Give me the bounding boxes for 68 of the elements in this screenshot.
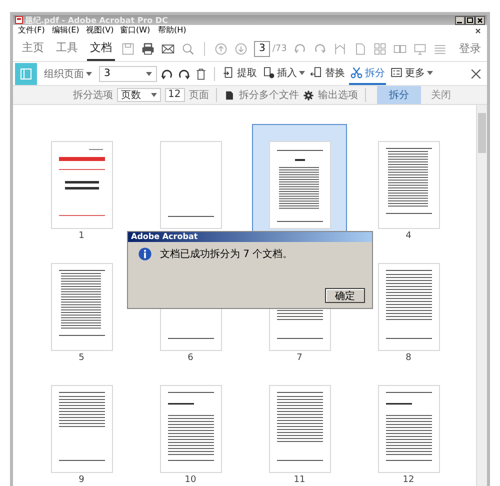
page-number-field[interactable]: 3 — [254, 40, 270, 56]
tab[interactable]: 文档 — [87, 36, 115, 61]
close-icon[interactable] — [469, 66, 483, 80]
page-thumbnail[interactable] — [378, 385, 440, 473]
menu-item[interactable]: 视图(V) — [86, 26, 114, 35]
toolbar-button[interactable]: 提取 — [221, 62, 258, 84]
page-thumbnail[interactable] — [160, 385, 222, 473]
tab[interactable]: 工具 — [53, 36, 81, 61]
list-icon — [390, 66, 403, 79]
tab[interactable]: 主页 — [19, 36, 47, 61]
split-button[interactable]: 拆分 — [377, 86, 421, 104]
page-range-dropdown[interactable]: 3 — [99, 66, 157, 82]
print-icon[interactable] — [141, 42, 155, 56]
scrollbar[interactable] — [476, 105, 487, 486]
window-title: 题纪.pdf - Adobe Acrobat Pro DC — [25, 15, 168, 26]
page-plus-icon — [262, 66, 275, 79]
page-number: 10 — [184, 475, 196, 485]
menu-item[interactable]: 窗口(W) — [120, 26, 150, 35]
page-number: 6 — [188, 353, 194, 363]
split-options-label: 拆分选项 — [73, 88, 113, 102]
trash-icon[interactable] — [194, 66, 208, 80]
caret-icon — [151, 93, 157, 97]
page-icon — [224, 90, 235, 100]
dialog-title: Adobe Acrobat — [128, 232, 372, 242]
sign-in-link[interactable]: 登录 — [459, 41, 481, 56]
page-thumbnail[interactable] — [160, 141, 222, 229]
split-multiple-files-link[interactable]: 拆分多个文件 — [239, 88, 299, 102]
menu-item[interactable]: 文件(F) — [18, 26, 45, 35]
page-number: 7 — [296, 353, 302, 363]
output-options-link[interactable]: 输出选项 — [318, 88, 358, 102]
toolbar-button[interactable]: 更多 — [389, 62, 434, 84]
page-number: 1 — [78, 231, 84, 241]
page-thumbnail[interactable] — [268, 385, 330, 473]
mail-icon[interactable] — [161, 42, 175, 56]
page-number: 9 — [78, 475, 84, 485]
toolbar-button[interactable]: 插入 — [261, 62, 306, 84]
toolbar-button[interactable]: 替换 — [309, 62, 346, 84]
page-number: 11 — [294, 475, 306, 485]
info-icon — [138, 247, 152, 261]
maximize-icon[interactable] — [465, 16, 475, 24]
page-swap-icon — [310, 66, 323, 79]
page-thumbnail[interactable] — [50, 385, 112, 473]
page-thumbnail[interactable] — [268, 141, 330, 229]
close-icon[interactable] — [474, 26, 482, 34]
menu-item[interactable]: 编辑(E) — [52, 26, 79, 35]
page-total: /73 — [272, 44, 287, 54]
search-icon[interactable] — [181, 42, 195, 56]
page-count-field[interactable]: 12 — [165, 88, 185, 102]
page-thumbnail[interactable] — [378, 141, 440, 229]
unit-label: 页面 — [189, 89, 209, 102]
scissors-icon — [350, 66, 363, 79]
settings-icon — [303, 90, 314, 100]
close-icon[interactable] — [475, 16, 485, 24]
caret-icon — [86, 72, 92, 76]
caret-icon — [146, 72, 152, 76]
page-thumbnail[interactable] — [50, 263, 112, 351]
page-thumbnail[interactable] — [378, 263, 440, 351]
split-by-dropdown[interactable]: 页数 — [117, 88, 161, 102]
page-number: 12 — [402, 475, 414, 485]
page-number: 8 — [406, 353, 412, 363]
page-thumbnail[interactable] — [50, 141, 112, 229]
menu-item[interactable]: 帮助(H) — [158, 26, 186, 35]
ok-button[interactable]: 确定 — [325, 288, 365, 303]
dialog-message: 文档已成功拆分为 7 个文档。 — [160, 248, 293, 261]
page-number: 4 — [406, 231, 412, 241]
organize-pages-menu[interactable]: 组织页面 — [44, 66, 92, 80]
page-number: 5 — [78, 353, 84, 363]
minimize-icon[interactable] — [455, 16, 465, 24]
